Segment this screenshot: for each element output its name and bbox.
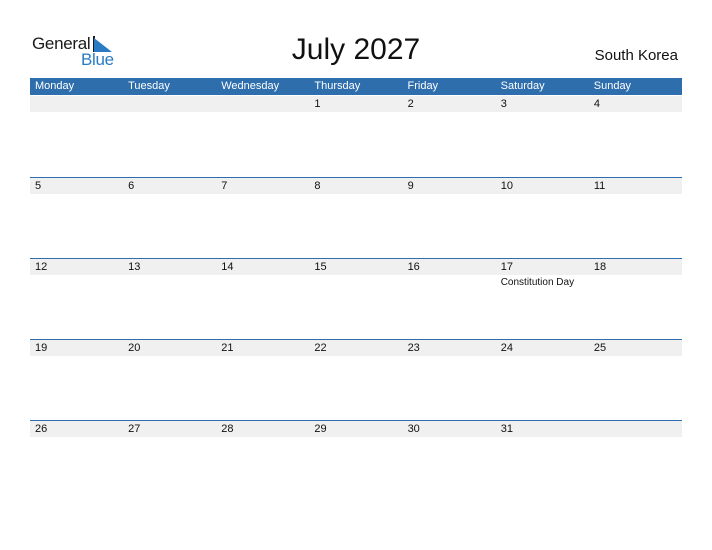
day-number: 19 [35, 342, 48, 354]
day-cell: 24 [496, 339, 589, 420]
day-number: 17 [500, 261, 513, 273]
day-number: 10 [500, 180, 513, 192]
day-number: 23 [407, 342, 420, 354]
day-number: 22 [314, 342, 327, 354]
day-cell: 29 [309, 420, 402, 501]
day-cell: 11 [589, 177, 682, 258]
day-cell [30, 95, 123, 176]
day-cell: 18 [589, 258, 682, 339]
day-number: 3 [500, 98, 507, 110]
day-number: 12 [35, 261, 48, 273]
day-cell: 27 [123, 420, 216, 501]
day-cell: 14 [216, 258, 309, 339]
weekday-sunday: Sunday [593, 80, 632, 92]
day-number: 26 [35, 423, 48, 435]
day-number: 16 [407, 261, 420, 273]
day-cell: 13 [123, 258, 216, 339]
day-number: 29 [314, 423, 327, 435]
day-number: 9 [407, 180, 414, 192]
weekday-friday: Friday [407, 80, 439, 92]
day-cell: 16 [403, 258, 496, 339]
day-cell: 31 [496, 420, 589, 501]
week-row: 26 27 28 29 30 31 [30, 420, 682, 501]
week-row: 19 20 21 22 23 24 25 [30, 339, 682, 420]
day-cell: 30 [403, 420, 496, 501]
week-row: 1 2 3 4 [30, 95, 682, 176]
weekday-monday: Monday [35, 80, 75, 92]
day-number: 18 [593, 261, 607, 273]
weekday-wednesday: Wednesday [221, 80, 280, 92]
day-cell: 20 [123, 339, 216, 420]
day-cell: 7 [216, 177, 309, 258]
day-cell: 21 [216, 339, 309, 420]
day-number: 13 [128, 261, 141, 273]
day-cell: 17 Constitution Day [496, 258, 589, 339]
country-label: South Korea [594, 47, 678, 64]
day-cell: 4 [589, 95, 682, 176]
week-row: 12 13 14 15 16 17 Constitution Day 18 [30, 258, 682, 339]
day-cell [216, 95, 309, 176]
day-cell: 28 [216, 420, 309, 501]
day-cell: 22 [309, 339, 402, 420]
day-cell: 5 [30, 177, 123, 258]
day-cell: 3 [496, 95, 589, 176]
week-row: 5 6 7 8 9 10 11 [30, 177, 682, 258]
day-number: 27 [128, 423, 141, 435]
day-number: 8 [314, 180, 321, 192]
weekday-thursday: Thursday [314, 80, 361, 92]
weekday-saturday: Saturday [500, 80, 545, 92]
day-cell: 8 [309, 177, 402, 258]
day-number: 25 [593, 342, 607, 354]
day-number: 15 [314, 261, 327, 273]
holiday-label: Constitution Day [500, 277, 575, 288]
day-cell [123, 95, 216, 176]
day-cell: 19 [30, 339, 123, 420]
day-cell: 2 [403, 95, 496, 176]
day-number: 1 [314, 98, 321, 110]
day-cell: 9 [403, 177, 496, 258]
day-number: 30 [407, 423, 420, 435]
day-cell: 26 [30, 420, 123, 501]
day-number: 5 [35, 180, 42, 192]
day-number: 7 [221, 180, 228, 192]
day-cell [589, 420, 682, 501]
day-number: 20 [128, 342, 141, 354]
day-number: 4 [593, 98, 600, 110]
day-number: 28 [221, 423, 234, 435]
day-number: 6 [128, 180, 135, 192]
day-number: 21 [221, 342, 234, 354]
day-number: 11 [593, 180, 606, 192]
day-cell: 6 [123, 177, 216, 258]
day-number: 14 [221, 261, 234, 273]
day-cell: 23 [403, 339, 496, 420]
weekday-tuesday: Tuesday [128, 80, 170, 92]
day-number: 31 [500, 423, 513, 435]
day-cell: 1 [309, 95, 402, 176]
day-number: 2 [407, 98, 414, 110]
day-number: 24 [500, 342, 513, 354]
day-cell: 10 [496, 177, 589, 258]
day-cell: 15 [309, 258, 402, 339]
day-cell: 12 [30, 258, 123, 339]
weekday-header: Monday Tuesday Wednesday Thursday Friday Satu… [30, 78, 682, 95]
day-cell: 25 [589, 339, 682, 420]
